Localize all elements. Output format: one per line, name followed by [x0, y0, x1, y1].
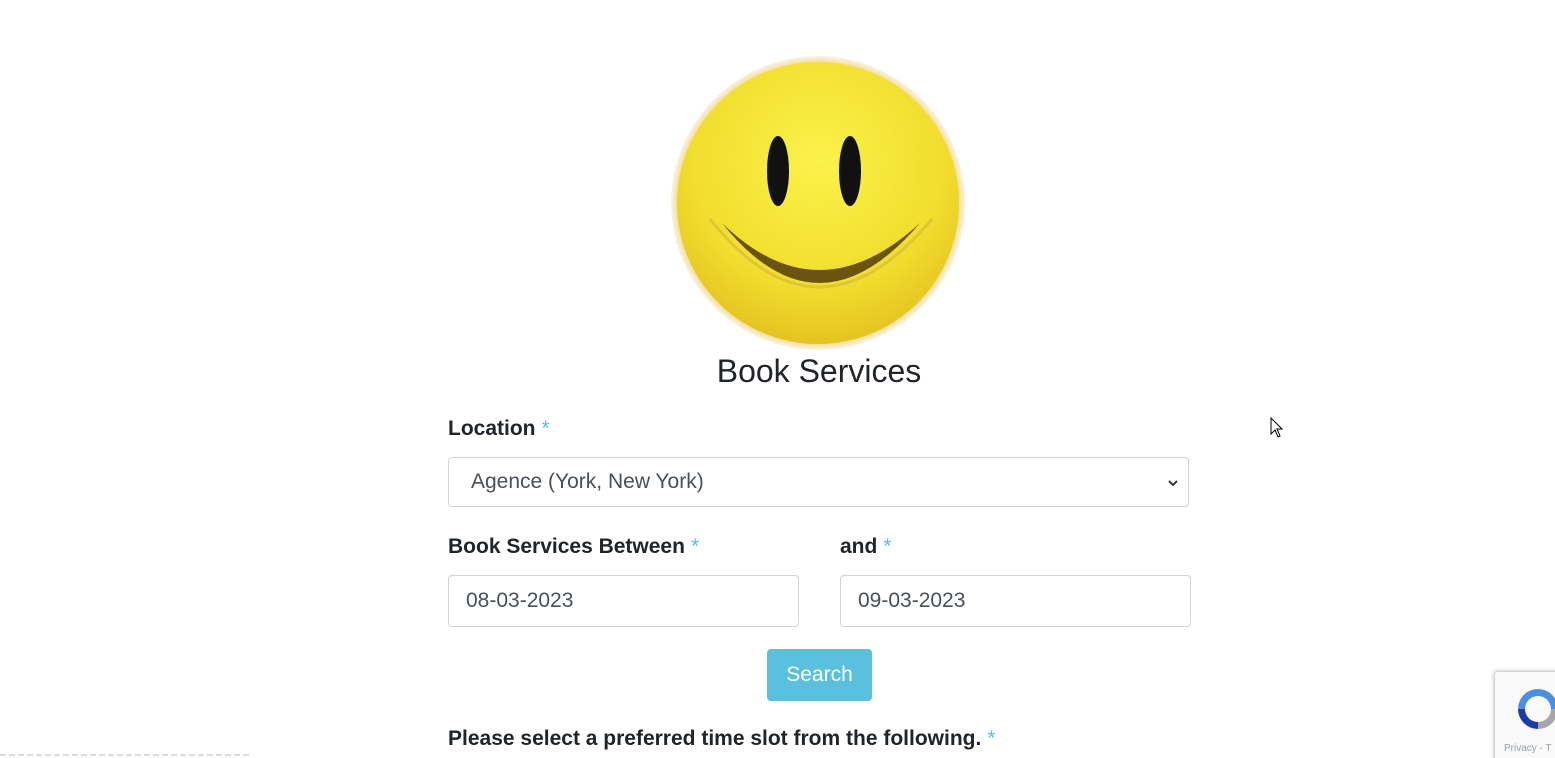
end-date-value: 09-03-2023 — [858, 589, 966, 612]
chevron-down-icon — [1168, 480, 1178, 487]
required-marker: * — [883, 535, 892, 558]
start-date-label-text: Book Services Between — [448, 535, 685, 558]
recaptcha-privacy-link[interactable]: Privacy - T — [1504, 743, 1552, 754]
start-date-input[interactable]: 08-03-2023 — [448, 575, 799, 627]
search-button[interactable]: Search — [767, 649, 872, 701]
location-select-value: Agence (York, New York) — [471, 470, 704, 493]
start-date-label: Book Services Between * — [448, 534, 699, 560]
recaptcha-badge[interactable]: Privacy - T — [1494, 671, 1555, 758]
mouse-cursor-icon — [1270, 417, 1284, 438]
required-marker: * — [987, 727, 996, 750]
recaptcha-icon — [1518, 689, 1555, 729]
time-slot-label-text: Please select a preferred time slot from… — [448, 727, 982, 750]
end-date-label-text: and — [840, 535, 878, 558]
start-date-value: 08-03-2023 — [466, 589, 574, 612]
divider — [0, 754, 250, 756]
time-slot-label: Please select a preferred time slot from… — [448, 726, 996, 752]
required-marker: * — [690, 535, 700, 558]
smiley-face-logo — [671, 56, 965, 350]
location-label-text: Location — [448, 417, 536, 440]
required-marker: * — [541, 417, 550, 440]
page-title: Book Services — [716, 353, 922, 389]
end-date-input[interactable]: 09-03-2023 — [840, 575, 1191, 627]
end-date-label: and * — [840, 534, 892, 560]
location-label: Location * — [448, 416, 550, 442]
location-select[interactable]: Agence (York, New York) — [448, 457, 1189, 507]
page: Book Services Location * Agence (York, Ne… — [0, 0, 1555, 758]
